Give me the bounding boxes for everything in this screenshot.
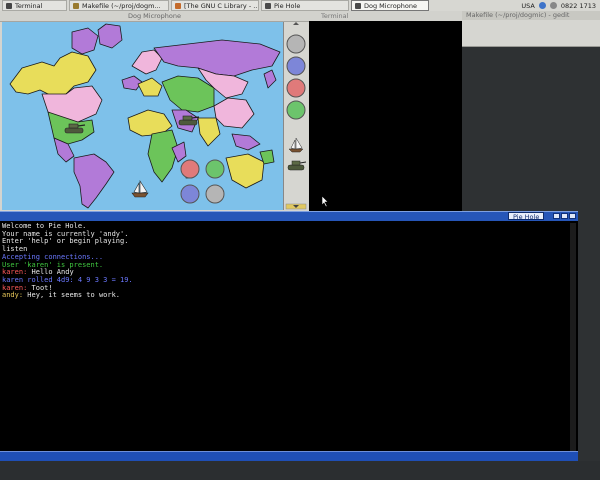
task-label: Makefile (~/proj/dogm... xyxy=(82,1,161,10)
console-scrollbar[interactable] xyxy=(570,223,576,455)
gray-circle-token[interactable] xyxy=(205,184,225,204)
task-gnu-c-library[interactable]: [The GNU C Library - ... xyxy=(171,0,259,11)
green-circle-token[interactable] xyxy=(205,159,225,179)
message-text: Hey, it seems to work. xyxy=(27,291,121,300)
boat-icon[interactable] xyxy=(288,137,304,153)
task-label: Terminal xyxy=(15,1,43,10)
color-swatch[interactable] xyxy=(286,100,306,120)
mouse-cursor-icon xyxy=(322,196,329,207)
task-label: Dog Microphone xyxy=(364,1,418,10)
console-line: karen rolled 4d9: 4 9 3 3 = 19. xyxy=(2,275,133,284)
console-line: andy: Hey, it seems to work. xyxy=(2,291,570,300)
gedit-icon xyxy=(73,2,79,9)
speaker-name: andy: xyxy=(2,291,28,300)
keyboard-layout[interactable]: USA xyxy=(521,2,534,10)
terminal-icon xyxy=(6,2,12,9)
console-line: User 'karen' is present. xyxy=(2,260,104,269)
blue-circle-token[interactable] xyxy=(180,184,200,204)
task-dog-microphone[interactable]: Dog Microphone xyxy=(351,0,429,11)
world-map-board[interactable] xyxy=(2,22,283,210)
terminal-titlebar[interactable]: Terminal xyxy=(309,11,462,21)
dog-microphone-titlebar[interactable]: Dog Microphone xyxy=(0,11,309,22)
task-makefile[interactable]: Makefile (~/proj/dogm... xyxy=(69,0,169,11)
system-tray: USA 0822 1713 xyxy=(521,2,600,10)
maximize-button[interactable] xyxy=(561,213,568,219)
app-icon xyxy=(265,2,271,9)
minimize-button[interactable] xyxy=(553,213,560,219)
network-icon[interactable] xyxy=(538,2,546,9)
clock[interactable]: 0822 1713 xyxy=(561,2,596,10)
console-line: Enter 'help' or begin playing. xyxy=(2,237,129,246)
task-label: Pie Hole xyxy=(274,1,301,10)
task-terminal[interactable]: Terminal xyxy=(2,0,67,11)
gedit-toolbar xyxy=(462,20,600,47)
world-map-canvas xyxy=(2,22,283,210)
pie-hole-titlebar[interactable] xyxy=(0,211,578,221)
pie-hole-window: Pie Hole Welcome to Pie Hole. Your name i… xyxy=(0,211,578,461)
token-palette xyxy=(283,22,308,210)
dog-microphone-window: Dog Microphone xyxy=(0,11,309,211)
chat-input[interactable] xyxy=(0,451,578,461)
terminal-window[interactable]: Terminal xyxy=(309,11,462,211)
app-icon xyxy=(355,2,361,9)
chat-console[interactable]: Welcome to Pie Hole. Your name is current… xyxy=(2,222,570,455)
scroll-up-icon[interactable] xyxy=(293,22,299,25)
color-swatch[interactable] xyxy=(286,78,306,98)
color-swatch[interactable] xyxy=(286,34,306,54)
color-swatch[interactable] xyxy=(286,56,306,76)
red-circle-token[interactable] xyxy=(180,159,200,179)
gedit-titlebar[interactable]: Makefile (~/proj/dogmic) - gedit xyxy=(462,11,600,20)
pie-hole-title[interactable]: Pie Hole xyxy=(508,212,545,221)
tank-icon[interactable] xyxy=(287,160,307,171)
close-button[interactable] xyxy=(569,213,576,219)
task-label: [The GNU C Library - ... xyxy=(184,1,259,10)
palette-canvas xyxy=(285,22,307,210)
browser-icon xyxy=(175,2,181,9)
volume-icon[interactable] xyxy=(549,2,557,9)
task-pie-hole[interactable]: Pie Hole xyxy=(261,0,349,11)
